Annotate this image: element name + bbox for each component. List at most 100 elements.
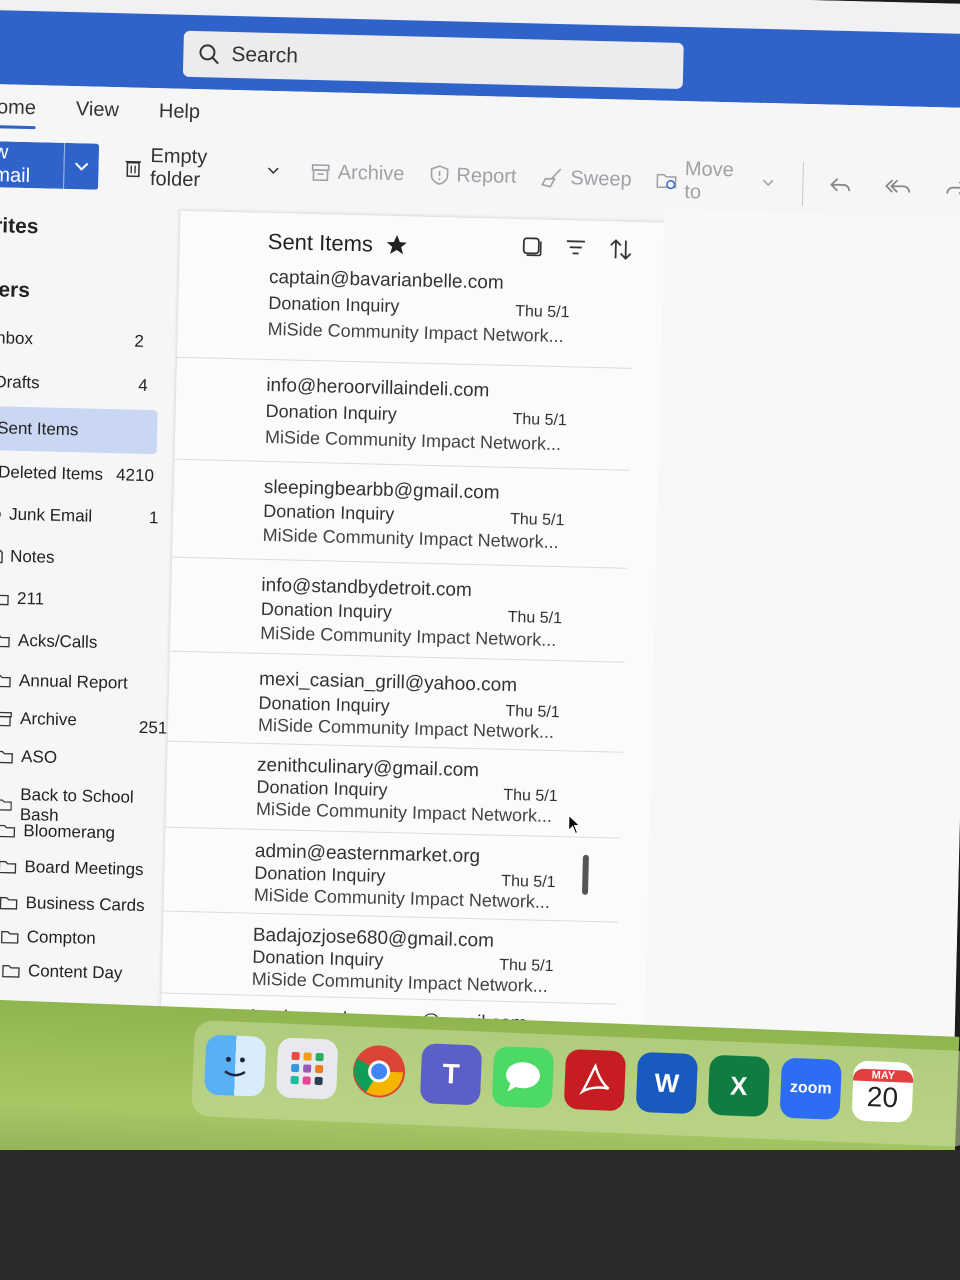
folders-heading[interactable]: lers [0, 278, 30, 303]
ribbon-separator [801, 161, 804, 206]
message-row[interactable]: info@standbydetroit.com Donation Inquiry… [169, 558, 627, 663]
chevron-down-icon [267, 167, 279, 175]
message-subject: Donation Inquiry [268, 292, 400, 317]
reply-all-button[interactable] [883, 175, 920, 198]
message-row[interactable]: info@heroorvillaindeli.com Donation Inqu… [174, 358, 632, 471]
star-icon[interactable] [385, 233, 410, 258]
favorites-heading[interactable]: rites [0, 214, 39, 239]
tab-view[interactable]: View [76, 98, 120, 122]
word-app-icon[interactable]: W [635, 1051, 699, 1115]
message-from: captain@bavarianbelle.com [268, 266, 504, 294]
folder-item-acks-calls[interactable]: Acks/Calls [0, 630, 98, 653]
move-to-label: Move to [684, 158, 735, 204]
folder-icon [0, 750, 13, 764]
forward-button[interactable] [943, 176, 960, 199]
folder-count: 1 [148, 508, 159, 528]
folder-count: 251 [138, 717, 168, 738]
folder-item-drafts[interactable]: Drafts 4 [0, 372, 148, 396]
archive-button[interactable]: Archive [310, 160, 405, 185]
message-preview: MiSide Community Impact Network... [260, 622, 557, 651]
zoom-label: zoom [789, 1078, 832, 1098]
message-row[interactable]: zenithculinary@gmail.com Donation Inquir… [165, 742, 623, 839]
zoom-app-icon[interactable]: zoom [779, 1057, 842, 1120]
message-row[interactable]: mexi_casian_grill@yahoo.com Donation Inq… [167, 652, 625, 753]
message-subject: Donation Inquiry [258, 692, 390, 717]
sweep-label: Sweep [570, 166, 632, 191]
new-mail-button-group: w mail [0, 140, 100, 190]
folder-item-board-meetings[interactable]: Board Meetings [0, 856, 144, 880]
folder-item-deleted-items[interactable]: Deleted Items 4210 [0, 462, 158, 486]
message-row[interactable]: sleepingbearbb@gmail.com Donation Inquir… [172, 460, 630, 569]
scrollbar-thumb[interactable] [581, 854, 589, 895]
folder-item-archive[interactable]: Archive 251 [0, 708, 168, 738]
calendar-day: 20 [866, 1081, 899, 1114]
report-button[interactable]: Report [428, 163, 517, 188]
message-from: info@heroorvillaindeli.com [266, 374, 490, 402]
folder-item-inbox[interactable]: Inbox 2 [0, 328, 144, 352]
folder-count: 4210 [115, 465, 155, 486]
folder-icon [0, 824, 16, 838]
folder-item-business-cards[interactable]: Business Cards [0, 893, 145, 917]
finder-app-icon[interactable] [204, 1034, 267, 1097]
folder-label: Deleted Items [0, 462, 104, 484]
messages-app-icon[interactable] [491, 1046, 555, 1109]
new-mail-button[interactable]: w mail [0, 140, 65, 189]
message-date: Thu 5/1 [507, 608, 563, 628]
empty-folder-button[interactable]: Empty folder [123, 144, 287, 194]
calendar-app-icon[interactable]: MAY 20 [851, 1060, 914, 1123]
folder-item-notes[interactable]: Notes [0, 546, 55, 568]
folder-label: Content Day [27, 961, 123, 983]
folder-label: ASO [20, 747, 58, 767]
message-list-pane: Sent Items captain@bavarianbelle.com Don… [159, 209, 667, 1054]
message-subject: Donation Inquiry [254, 862, 386, 886]
message-subject: Donation Inquiry [265, 400, 398, 425]
acrobat-icon [579, 1062, 610, 1095]
tab-help[interactable]: Help [159, 100, 201, 124]
excel-app-icon[interactable]: X [707, 1054, 770, 1118]
folder-label: Business Cards [25, 893, 145, 916]
message-date: Thu 5/1 [509, 510, 565, 530]
move-to-button[interactable]: Move to [655, 157, 781, 206]
archive-icon [0, 711, 12, 727]
chat-bubble-icon [506, 1062, 541, 1092]
folder-icon [0, 592, 9, 606]
teams-letter: T [441, 1057, 461, 1090]
folder-item-annual-report[interactable]: Annual Report [0, 670, 128, 693]
launchpad-grid-icon [290, 1051, 324, 1086]
shield-icon [430, 165, 449, 185]
laptop-bezel [0, 1150, 960, 1280]
folder-item-compton[interactable]: Compton [0, 927, 96, 949]
chrome-app-icon[interactable] [348, 1040, 410, 1102]
teams-app-icon[interactable]: T [419, 1043, 483, 1106]
archive-label: Archive [337, 161, 405, 185]
message-row[interactable]: Badajozjose680@gmail.com Donation Inquir… [161, 912, 619, 1005]
new-mail-dropdown[interactable] [63, 142, 100, 190]
sweep-button[interactable]: Sweep [540, 166, 632, 191]
filter-icon[interactable] [563, 235, 588, 260]
message-row[interactable]: admin@easternmarket.org Donation Inquiry… [163, 828, 621, 923]
folder-item-aso[interactable]: ASO [0, 746, 57, 768]
message-subject: Donation Inquiry [263, 500, 395, 525]
sort-icon[interactable] [607, 236, 634, 263]
folder-item-sent-items[interactable]: Sent Items [0, 406, 158, 455]
select-icon[interactable] [520, 234, 545, 259]
folder-item-junk-email[interactable]: Junk Email 1 [0, 504, 159, 528]
message-from: sleepingbearbb@gmail.com [263, 476, 500, 504]
tab-home[interactable]: ome [0, 96, 36, 120]
folder-item-211[interactable]: 211 [0, 588, 44, 609]
folder-item-content-day[interactable]: Content Day [2, 961, 123, 984]
acrobat-app-icon[interactable] [563, 1048, 627, 1112]
message-row[interactable]: captain@bavarianbelle.com Donation Inqui… [176, 266, 635, 369]
reply-all-icon [885, 179, 911, 193]
list-tools [519, 234, 634, 263]
folder-label: Acks/Calls [17, 630, 98, 652]
folder-label: 211 [16, 588, 45, 609]
reply-button[interactable] [827, 174, 860, 197]
folder-label: Archive [19, 708, 78, 730]
folder-item-bloomerang[interactable]: Bloomerang [0, 820, 115, 843]
folder-icon [0, 930, 19, 944]
message-preview: MiSide Community Impact Network... [264, 426, 562, 455]
folder-pane: rites lers Inbox 2 Drafts 4 Sent Items D… [0, 202, 175, 1027]
word-letter: W [653, 1067, 680, 1098]
launchpad-app-icon[interactable] [275, 1037, 339, 1100]
